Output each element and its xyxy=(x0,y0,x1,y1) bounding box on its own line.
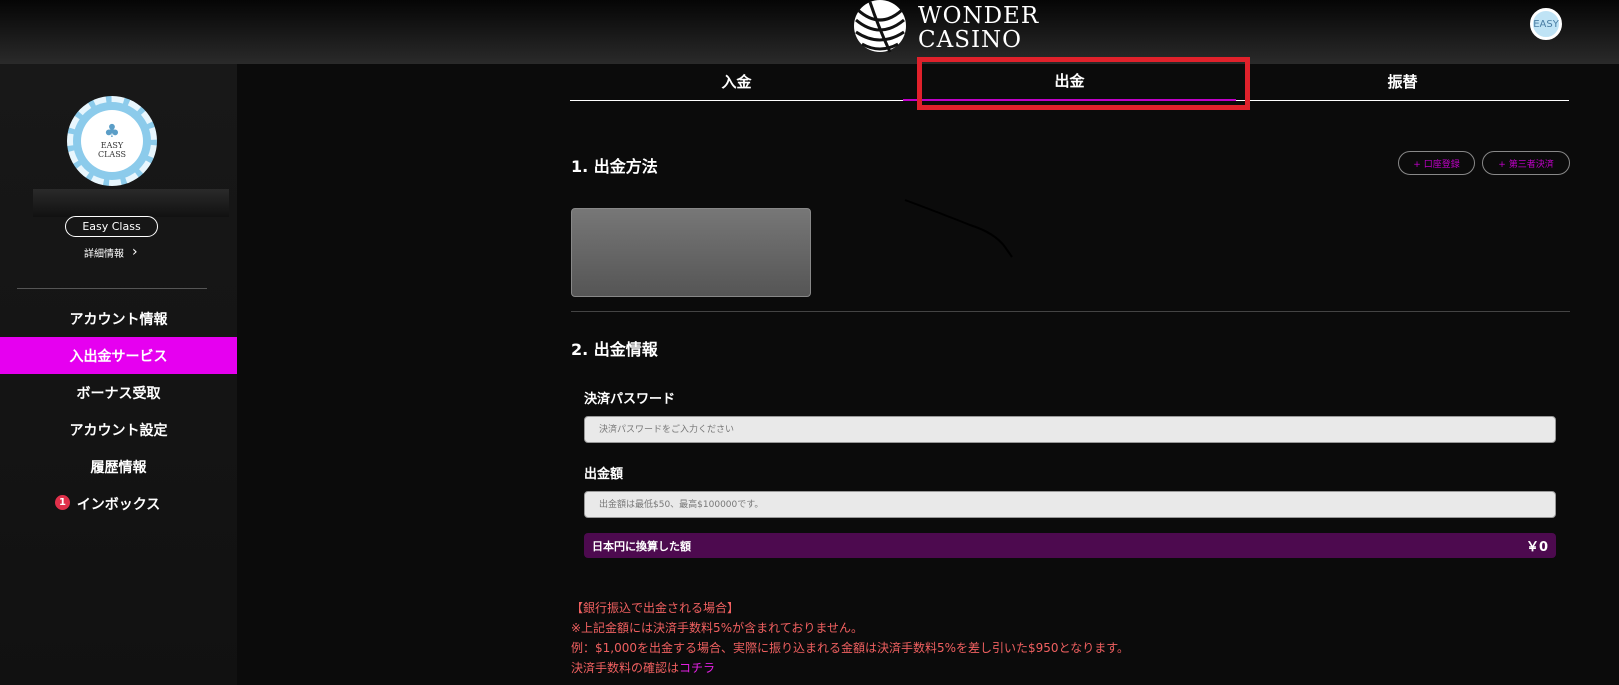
sidebar-divider xyxy=(17,288,207,289)
level-badge: Easy Class xyxy=(65,216,158,237)
notes-heading: 【銀行振込で出金される場合】 xyxy=(571,601,740,615)
notes-example-line: 例：$1,000を出金する場合、実際に振り込まれる金額は決済手数料5%を差し引い… xyxy=(571,641,1130,655)
detail-info-label: 詳細情報 xyxy=(84,248,124,260)
detail-info-link[interactable]: 詳細情報 › xyxy=(84,244,138,260)
sidebar-item-account-info[interactable]: アカウント情報 xyxy=(0,300,237,337)
sidebar: ♣ EASY CLASS Easy Class 詳細情報 › アカウント情報 入… xyxy=(0,64,237,685)
sidebar-item-deposit-withdraw[interactable]: 入出金サービス xyxy=(0,337,237,374)
sidebar-item-label: 履歴情報 xyxy=(90,459,147,476)
inbox-count-badge: 1 xyxy=(55,495,70,510)
scribble-mark xyxy=(904,199,1013,258)
jpy-conversion-bar: 日本円に換算した額 ￥0 xyxy=(584,533,1556,558)
withdraw-amount-input[interactable] xyxy=(584,491,1556,518)
chip-label-line2: CLASS xyxy=(97,150,127,159)
jpy-conversion-label: 日本円に換算した額 xyxy=(592,539,691,553)
sidebar-item-label: アカウント設定 xyxy=(69,422,168,439)
fee-details-link[interactable]: コチラ xyxy=(679,661,715,675)
club-icon: ♣ xyxy=(103,121,121,142)
user-avatar[interactable]: EASY xyxy=(1530,8,1562,40)
highlight-annotation-box xyxy=(917,57,1250,110)
top-header: WONDER CASINO EASY xyxy=(0,0,1619,64)
register-account-button[interactable]: + 口座登録 xyxy=(1398,151,1475,175)
sidebar-item-label: 入出金サービス xyxy=(69,348,168,365)
wonder-casino-logo[interactable]: WONDER CASINO xyxy=(850,0,1039,56)
sidebar-menu: アカウント情報 入出金サービス ボーナス受取 アカウント設定 履歴情報 1 イン… xyxy=(0,300,237,522)
chevron-right-icon: › xyxy=(132,244,138,260)
bank-transfer-notes: 【銀行振込で出金される場合】 ※上記金額には決済手数料5%が含まれておりません。… xyxy=(571,598,1129,678)
payment-password-input[interactable] xyxy=(584,416,1556,443)
tab-transfer[interactable]: 振替 xyxy=(1236,64,1569,100)
logo-text-line1: WONDER xyxy=(918,3,1040,29)
notes-link-line: 決済手数料の確認はコチラ xyxy=(571,658,1129,678)
tab-deposit[interactable]: 入金 xyxy=(570,64,903,100)
sidebar-item-label: アカウント情報 xyxy=(69,311,168,328)
chip-label-line1: EASY xyxy=(100,141,124,150)
sidebar-item-label: インボックス xyxy=(76,496,161,513)
level-chip-icon: ♣ EASY CLASS xyxy=(67,96,157,186)
third-party-payment-button[interactable]: + 第三者決済 xyxy=(1482,151,1570,175)
notes-fee-line: ※上記金額には決済手数料5%が含まれておりません。 xyxy=(571,621,864,635)
sidebar-item-account-settings[interactable]: アカウント設定 xyxy=(0,411,237,448)
logo-text-line2: CASINO xyxy=(918,27,1023,53)
level-progress-bar xyxy=(33,189,229,217)
sidebar-item-inbox[interactable]: 1 インボックス xyxy=(0,485,237,522)
sidebar-item-history[interactable]: 履歴情報 xyxy=(0,448,237,485)
withdraw-method-title: 1. 出金方法 xyxy=(571,157,658,176)
jpy-conversion-value: ￥0 xyxy=(1525,540,1548,555)
notes-link-prefix: 決済手数料の確認は xyxy=(571,661,680,675)
avatar-label: EASY xyxy=(1533,18,1559,30)
payment-password-label: 決済パスワード xyxy=(584,392,676,407)
sidebar-item-label: ボーナス受取 xyxy=(76,385,161,402)
withdraw-info-title: 2. 出金情報 xyxy=(571,340,658,359)
withdraw-method-card[interactable] xyxy=(571,208,811,297)
withdraw-amount-label: 出金額 xyxy=(584,467,624,482)
section-divider xyxy=(571,311,1570,312)
sidebar-item-bonus[interactable]: ボーナス受取 xyxy=(0,374,237,411)
swirl-logo-icon xyxy=(854,0,906,53)
